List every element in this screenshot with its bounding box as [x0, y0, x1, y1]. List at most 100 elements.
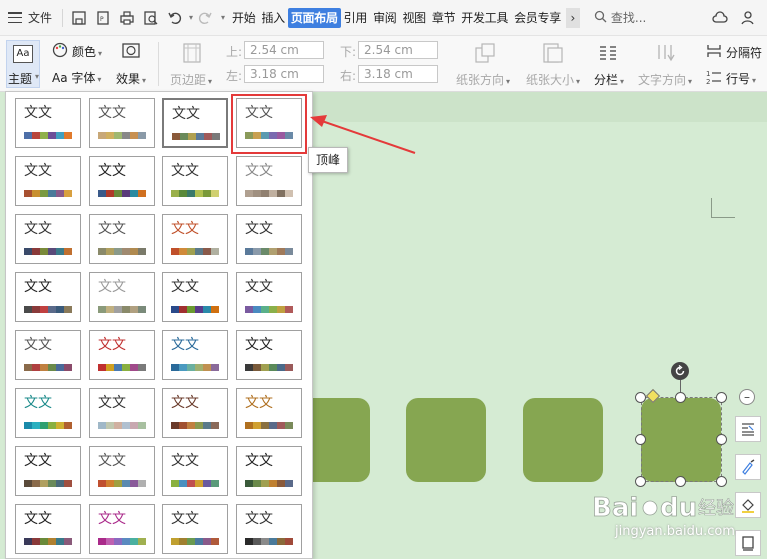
- theme-tile[interactable]: 文文: [162, 504, 228, 554]
- columns-button[interactable]: 分栏 ▾: [594, 71, 624, 88]
- theme-tile[interactable]: 文文: [89, 388, 155, 438]
- theme-tile[interactable]: 文文: [89, 214, 155, 264]
- break-button[interactable]: 分隔符: [726, 44, 762, 61]
- effect-dropdown-icon: ▾: [142, 76, 147, 85]
- theme-color-swatches: [245, 248, 293, 255]
- line-number-button[interactable]: 行号 ▾: [726, 70, 756, 87]
- theme-color-swatches: [245, 480, 293, 487]
- theme-tile[interactable]: 文文: [236, 330, 302, 380]
- theme-icon: Aa: [13, 45, 33, 63]
- margin-top-input[interactable]: 2.54 cm: [244, 41, 324, 59]
- theme-tile[interactable]: 文文: [162, 98, 228, 148]
- tab-home[interactable]: 开始: [229, 8, 258, 28]
- theme-tile[interactable]: 文文: [89, 504, 155, 554]
- resize-handle[interactable]: [716, 476, 727, 487]
- theme-tile[interactable]: 文文: [15, 504, 81, 554]
- theme-tile-text: 文文: [171, 395, 199, 411]
- theme-tile[interactable]: 文文: [236, 446, 302, 496]
- theme-tile[interactable]: 文文: [162, 330, 228, 380]
- tab-view[interactable]: 视图: [399, 8, 428, 28]
- resize-handle[interactable]: [675, 392, 686, 403]
- quick-access-dropdown-icon[interactable]: ▾: [221, 13, 225, 22]
- theme-tile[interactable]: 文文: [89, 98, 155, 148]
- shape-style-button[interactable]: [735, 454, 761, 480]
- theme-color-swatches: [98, 248, 146, 255]
- theme-tile[interactable]: 文文: [162, 388, 228, 438]
- theme-tile[interactable]: 文文: [15, 98, 81, 148]
- orientation-button[interactable]: 纸张方向 ▾: [456, 71, 510, 88]
- rounded-square-shape[interactable]: [523, 398, 603, 482]
- search-button[interactable]: 查找...: [594, 9, 646, 26]
- theme-tile[interactable]: 文文: [89, 156, 155, 206]
- resize-handle[interactable]: [635, 434, 646, 445]
- print-icon[interactable]: [116, 7, 138, 29]
- margin-left-input[interactable]: 3.18 cm: [244, 65, 324, 83]
- save-icon[interactable]: [68, 7, 90, 29]
- theme-tile-text: 文文: [171, 221, 199, 237]
- theme-tile[interactable]: 文文: [89, 330, 155, 380]
- tab-sections[interactable]: 章节: [429, 8, 458, 28]
- theme-tile-text: 文文: [24, 163, 52, 179]
- margin-right-input[interactable]: 3.18 cm: [358, 65, 438, 83]
- theme-tile[interactable]: 文文: [162, 156, 228, 206]
- theme-tile[interactable]: 文文: [15, 388, 81, 438]
- file-menu-label: 文件: [28, 11, 53, 25]
- export-pdf-icon[interactable]: P: [92, 7, 114, 29]
- tab-insert[interactable]: 插入: [258, 8, 287, 28]
- resize-handle[interactable]: [675, 476, 686, 487]
- theme-tile[interactable]: 文文: [15, 156, 81, 206]
- file-menu-button[interactable]: 文件: [0, 0, 58, 36]
- resize-handle[interactable]: [716, 434, 727, 445]
- theme-color-swatches: [24, 248, 72, 255]
- color-button[interactable]: 颜色 ▾: [72, 43, 102, 60]
- theme-tile[interactable]: 文文: [236, 214, 302, 264]
- font-dropdown-icon: ▾: [97, 75, 102, 84]
- theme-color-swatches: [171, 480, 219, 487]
- paper-size-button[interactable]: 纸张大小 ▾: [526, 71, 580, 88]
- theme-tile[interactable]: 文文: [162, 214, 228, 264]
- margin-left-label: 左:: [226, 69, 243, 83]
- tab-references[interactable]: 引用: [341, 8, 370, 28]
- theme-tile[interactable]: 文文: [236, 272, 302, 322]
- redo-icon[interactable]: [194, 7, 216, 29]
- theme-tile-text: 文文: [98, 395, 126, 411]
- theme-tile-text: 文文: [98, 279, 126, 295]
- theme-tile[interactable]: 文文: [15, 330, 81, 380]
- tab-page-layout[interactable]: 页面布局: [287, 7, 341, 28]
- margins-button[interactable]: 页边距 ▾: [170, 71, 212, 88]
- font-button[interactable]: Aa 字体 ▾: [52, 69, 101, 86]
- effect-button[interactable]: 效果 ▾: [116, 70, 146, 87]
- rounded-square-shape[interactable]: [406, 398, 486, 482]
- tab-developer[interactable]: 开发工具: [458, 8, 511, 28]
- columns-icon: [598, 44, 618, 65]
- theme-tile[interactable]: 文文: [162, 272, 228, 322]
- undo-icon[interactable]: [164, 7, 186, 29]
- resize-handle[interactable]: [716, 392, 727, 403]
- theme-color-swatches: [98, 132, 146, 139]
- cloud-sync-icon[interactable]: [709, 7, 731, 29]
- tab-member[interactable]: 会员专享: [511, 8, 564, 28]
- undo-dropdown-icon[interactable]: ▾: [189, 13, 193, 22]
- theme-tile[interactable]: 文文: [15, 214, 81, 264]
- theme-tile[interactable]: 文文: [89, 272, 155, 322]
- zoom-out-icon[interactable]: –: [739, 389, 755, 405]
- theme-tile[interactable]: 文文: [162, 446, 228, 496]
- theme-tile[interactable]: 文文: [15, 272, 81, 322]
- resize-handle[interactable]: [635, 392, 646, 403]
- tab-review[interactable]: 审阅: [370, 8, 399, 28]
- theme-tile[interactable]: 文文: [236, 156, 302, 206]
- print-preview-icon[interactable]: [140, 7, 162, 29]
- layout-options-button[interactable]: [735, 416, 761, 442]
- theme-tile[interactable]: 文文: [236, 504, 302, 554]
- resize-handle[interactable]: [635, 476, 646, 487]
- text-direction-button[interactable]: 文字方向 ▾: [638, 71, 692, 88]
- theme-tile[interactable]: 文文: [15, 446, 81, 496]
- margin-bottom-input[interactable]: 2.54 cm: [358, 41, 438, 59]
- theme-tile-text: 文文: [171, 279, 199, 295]
- tabs-more-icon[interactable]: ›: [565, 7, 580, 28]
- share-user-icon[interactable]: [738, 7, 760, 29]
- theme-tile[interactable]: 文文: [89, 446, 155, 496]
- rotate-handle-icon[interactable]: [671, 362, 689, 380]
- theme-tile[interactable]: 文文: [236, 388, 302, 438]
- paper-size-icon: [542, 42, 564, 67]
